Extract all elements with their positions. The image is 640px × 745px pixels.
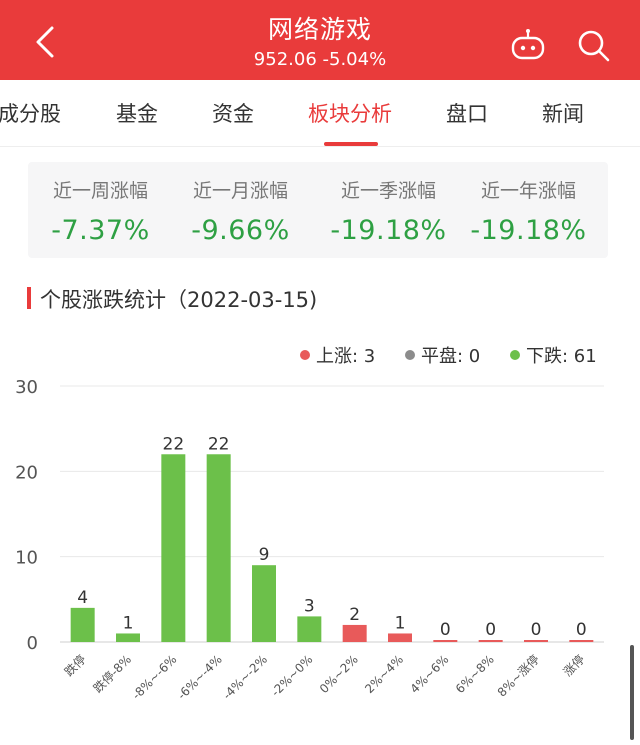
stat-year-label: 近一年涨幅	[480, 180, 576, 202]
bar	[116, 633, 140, 642]
y-tick-label: 30	[15, 377, 38, 398]
legend-label-flat: 平盘: 0	[421, 346, 481, 367]
x-tick-label: 8%~涨停	[494, 652, 542, 700]
stat-quarter-label: 近一季涨幅	[340, 180, 436, 202]
x-tick-label: 2%~4%	[362, 652, 406, 696]
index-change: -5.04%	[322, 49, 387, 70]
y-tick-label: 20	[15, 462, 38, 483]
tab-bar: 成分股 基金 资金 板块分析 盘口 新闻	[0, 80, 640, 147]
x-tick-label: -4%~-2%	[220, 652, 270, 702]
legend-label-rise: 上涨: 3	[316, 346, 376, 367]
bar	[433, 640, 458, 642]
x-tick-label: 6%~8%	[453, 652, 497, 696]
x-tick-label: 跌停	[61, 652, 89, 680]
legend-item-rise: 上涨: 3	[300, 342, 375, 368]
bar	[161, 454, 186, 642]
bar	[297, 616, 322, 642]
bar	[388, 633, 412, 642]
bar-value-label: 4	[77, 588, 88, 608]
tab-funds[interactable]: 基金	[116, 98, 158, 128]
tab-order-book[interactable]: 盘口	[446, 98, 488, 128]
x-tick-label: -2%~0%	[268, 652, 315, 699]
stat-month: 近一月涨幅 -9.66%	[168, 176, 313, 246]
performance-panel: 近一周涨幅 -7.37% 近一月涨幅 -9.66% 近一季涨幅 -19.18% …	[28, 162, 608, 258]
distribution-bar-chart: 01020304跌停1跌停-8%22-8%~-6%22-6%~-4%9-4%~-…	[15, 377, 604, 702]
stat-year: 近一年涨幅 -19.18%	[456, 176, 601, 246]
bar-value-label: 2	[349, 605, 360, 625]
legend-item-flat: 平盘: 0	[405, 342, 480, 368]
bar-value-label: 1	[123, 613, 134, 633]
stat-week-label: 近一周涨幅	[52, 180, 148, 202]
legend-dot-flat	[405, 350, 415, 360]
bar	[478, 640, 503, 642]
x-tick-label: -8%~-6%	[129, 652, 179, 702]
bar-value-label: 1	[395, 613, 406, 633]
legend-dot-fall	[510, 350, 520, 360]
index-price: 952.06	[253, 49, 317, 70]
tab-news[interactable]: 新闻	[542, 98, 584, 128]
bar-value-label: 3	[304, 596, 315, 616]
tab-sector-analysis[interactable]: 板块分析	[308, 98, 392, 128]
legend-label-fall: 下跌: 61	[526, 346, 597, 367]
x-tick-label: 涨停	[560, 652, 588, 680]
bar	[524, 640, 548, 642]
legend-item-fall: 下跌: 61	[510, 342, 597, 368]
bar-value-label: 22	[163, 434, 185, 454]
bar	[70, 607, 95, 642]
stat-week-value: -7.37%	[51, 215, 150, 246]
stat-quarter-value: -19.18%	[330, 215, 447, 246]
bar-value-label: 0	[440, 620, 451, 640]
search-icon[interactable]	[574, 26, 614, 66]
stat-month-label: 近一月涨幅	[192, 180, 288, 202]
bar	[252, 565, 276, 642]
stat-quarter: 近一季涨幅 -19.18%	[316, 176, 461, 246]
stat-month-value: -9.66%	[191, 215, 290, 246]
y-tick-label: 10	[15, 548, 38, 569]
stat-week: 近一周涨幅 -7.37%	[28, 176, 173, 246]
x-tick-label: 4%~6%	[408, 652, 452, 696]
bar-value-label: 0	[531, 620, 542, 640]
bar-value-label: 0	[485, 620, 496, 640]
scrollbar-thumb[interactable]	[630, 645, 634, 740]
bar-value-label: 9	[259, 545, 270, 565]
active-tab-indicator	[324, 142, 378, 146]
x-tick-label: -6%~-4%	[175, 652, 225, 702]
legend-dot-rise	[300, 350, 310, 360]
bar	[206, 454, 231, 642]
y-tick-label: 0	[27, 633, 38, 654]
x-tick-label: 0%~2%	[317, 652, 361, 696]
section-title: 个股涨跌统计（2022-03-15)	[40, 288, 318, 312]
bar-value-label: 22	[208, 434, 230, 454]
bar	[342, 624, 367, 642]
x-tick-label: 跌停-8%	[90, 652, 134, 696]
header-bar: 网络游戏 952.06 -5.04%	[0, 0, 640, 80]
section-accent-bar	[27, 287, 31, 309]
stat-year-value: -19.18%	[470, 215, 587, 246]
bar	[569, 640, 594, 642]
bar-value-label: 0	[576, 620, 587, 640]
robot-icon[interactable]	[508, 26, 548, 66]
tab-constituents[interactable]: 成分股	[0, 98, 61, 128]
tab-capital[interactable]: 资金	[212, 98, 254, 128]
